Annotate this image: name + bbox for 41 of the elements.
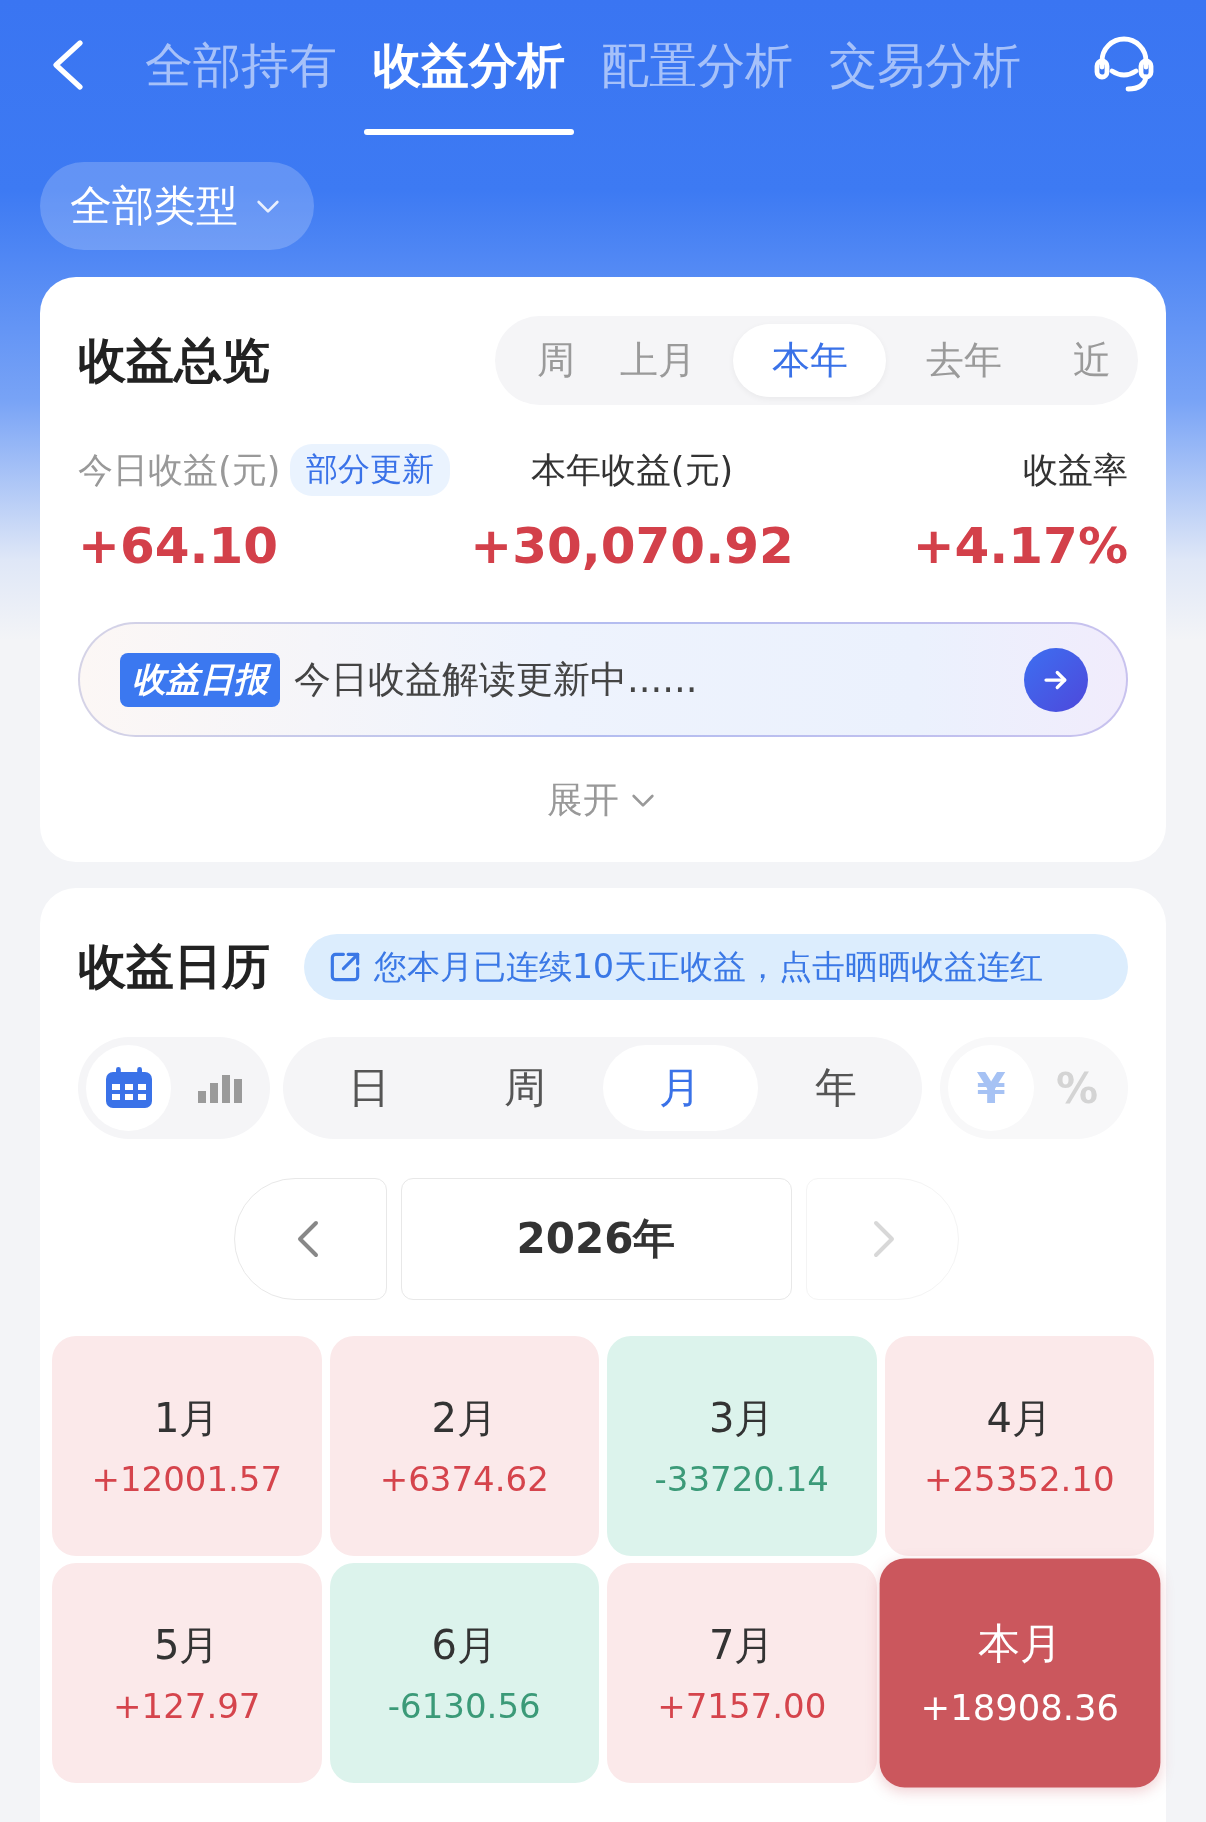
month-cell[interactable]: 7月 +7157.00 xyxy=(607,1563,877,1783)
tab[interactable]: 配置分析 xyxy=(592,30,802,135)
expand-button[interactable]: 展开 xyxy=(547,777,659,823)
period-tab[interactable]: 月 xyxy=(602,1045,759,1131)
month-cell[interactable]: 3月 -33720.14 xyxy=(607,1336,877,1556)
month-cell[interactable]: 1月 +12001.57 xyxy=(52,1336,322,1556)
metric-label: 收益率 xyxy=(1023,448,1128,492)
year-display: 2026年 xyxy=(400,1178,792,1300)
month-cell[interactable]: 6月 -6130.56 xyxy=(329,1563,599,1783)
period-tab[interactable]: 周 xyxy=(503,324,583,397)
period-tab[interactable]: 去年 xyxy=(886,324,1041,397)
report-tag: 收益日报 xyxy=(120,652,280,707)
banner-text: 您本月已连续10天正收益，点击晒晒收益连红 xyxy=(374,945,1043,988)
view-button[interactable] xyxy=(86,1045,171,1131)
calendar-icon xyxy=(103,1066,154,1110)
section-title: 收益总览 xyxy=(78,330,270,390)
metric-label: 今日收益(元) xyxy=(78,448,281,492)
period-tab[interactable]: 本年 xyxy=(733,324,886,397)
update-badge: 部分更新 xyxy=(290,444,451,496)
period-tab[interactable]: 周 xyxy=(446,1045,603,1131)
bar-chart-icon xyxy=(197,1073,242,1103)
metric-value: +30,070.92 xyxy=(470,516,794,577)
month-cell[interactable]: 2月 +6374.62 xyxy=(329,1336,599,1556)
tab[interactable]: 全部持有 xyxy=(136,30,346,135)
month-cell[interactable]: 5月 +127.97 xyxy=(52,1563,322,1783)
section-title: 收益日历 xyxy=(78,937,270,996)
type-filter-dropdown[interactable]: 全部类型 xyxy=(40,162,314,250)
tab[interactable]: 交易分析 xyxy=(820,30,1030,135)
metric-value: +4.17% xyxy=(912,516,1128,577)
metric-label: 本年收益(元) xyxy=(530,448,734,492)
tab[interactable]: 收益分析 xyxy=(364,30,574,135)
period-tab[interactable]: 年 xyxy=(758,1045,914,1131)
report-text: 今日收益解读更新中...... xyxy=(294,656,699,703)
month-cell[interactable]: 本月 +18908.36 xyxy=(879,1558,1160,1788)
streak-banner[interactable]: 您本月已连续10天正收益，点击晒晒收益连红 xyxy=(304,934,1128,1000)
period-tab[interactable]: 日 xyxy=(291,1045,447,1131)
month-cell[interactable]: 4月 +25352.10 xyxy=(884,1336,1154,1556)
period-tab[interactable]: 上月 xyxy=(583,324,733,397)
period-tab[interactable]: 近 xyxy=(1041,324,1136,397)
metric-value: +64.10 xyxy=(78,516,279,577)
daily-report-bar[interactable]: 收益日报 今日收益解读更新中...... xyxy=(78,622,1128,737)
